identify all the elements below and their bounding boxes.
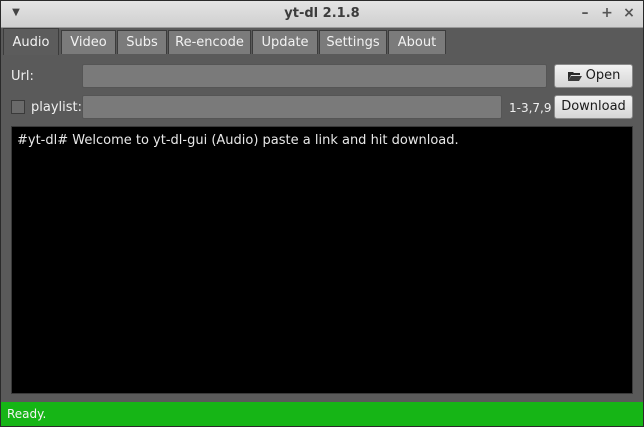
- tab-update[interactable]: Update: [252, 30, 318, 54]
- open-button[interactable]: Open: [554, 64, 633, 88]
- url-label: Url:: [11, 69, 34, 84]
- title-bar: ▼ yt-dl 2.1.8 – + ×: [1, 1, 643, 28]
- console-text: #yt-dl# Welcome to yt-dl-gui (Audio) pas…: [17, 133, 459, 148]
- window-title: yt-dl 2.1.8: [284, 6, 360, 21]
- folder-open-icon: [567, 71, 582, 81]
- maximize-icon[interactable]: +: [599, 5, 615, 21]
- playlist-checkbox[interactable]: [11, 100, 25, 114]
- playlist-range-hint: 1-3,7,9: [509, 101, 552, 115]
- tab-settings[interactable]: Settings: [319, 30, 387, 54]
- console-output[interactable]: #yt-dl# Welcome to yt-dl-gui (Audio) pas…: [11, 126, 633, 394]
- tab-subs[interactable]: Subs: [117, 30, 167, 54]
- close-icon[interactable]: ×: [621, 5, 637, 21]
- tab-bar: Audio Video Subs Re-encode Update Settin…: [1, 28, 643, 55]
- status-text: Ready.: [7, 407, 47, 421]
- tab-about[interactable]: About: [388, 30, 446, 54]
- tab-audio[interactable]: Audio: [3, 28, 59, 55]
- tab-re-encode[interactable]: Re-encode: [168, 30, 251, 54]
- status-bar: Ready.: [1, 402, 643, 426]
- playlist-input[interactable]: [82, 95, 502, 119]
- tab-video[interactable]: Video: [61, 30, 116, 54]
- audio-tab-panel: Url: Open playlist: 1-3,7,9 Download #yt…: [1, 55, 643, 402]
- open-button-label: Open: [585, 68, 621, 83]
- download-button[interactable]: Download: [554, 95, 633, 119]
- playlist-label: playlist:: [31, 100, 82, 115]
- url-input[interactable]: [82, 64, 547, 88]
- app-window: ▼ yt-dl 2.1.8 – + × Audio Video Subs Re-…: [0, 0, 644, 427]
- minimize-icon[interactable]: –: [577, 5, 593, 21]
